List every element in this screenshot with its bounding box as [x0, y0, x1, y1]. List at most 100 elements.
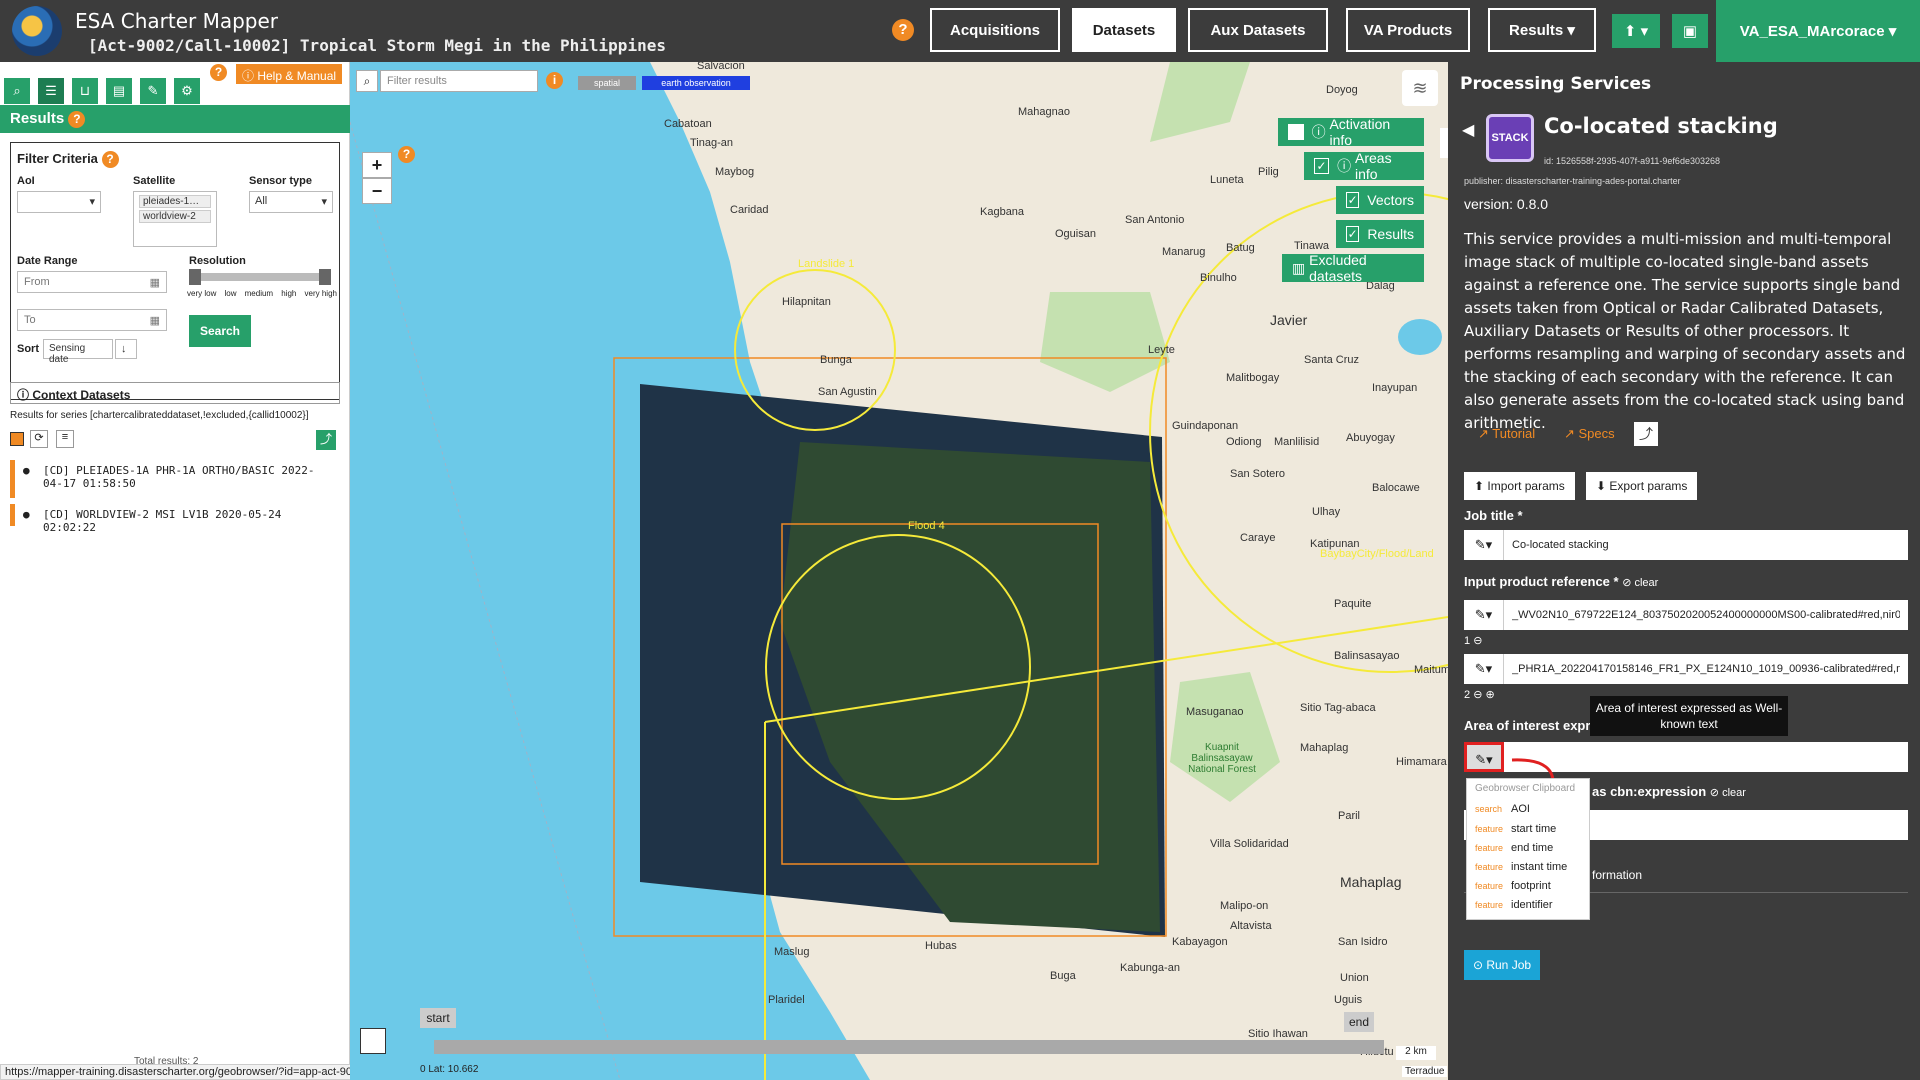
edit-icon[interactable]: ✎: [140, 78, 166, 104]
share-icon[interactable]: ⤴: [316, 430, 336, 450]
sort-select[interactable]: Sensing date: [43, 339, 113, 365]
help-icon[interactable]: ?: [68, 111, 86, 128]
layers-icon[interactable]: ≋: [1402, 70, 1438, 106]
dropdown-item[interactable]: feature identifier: [1475, 899, 1553, 911]
search-icon[interactable]: ⌕: [356, 70, 378, 92]
clear-link[interactable]: clear: [1722, 787, 1746, 799]
aoi-select[interactable]: ▾: [17, 191, 101, 213]
edit-icon[interactable]: ✎▾: [1464, 600, 1504, 630]
areas-info-button[interactable]: ✓ ⓘ Areas info: [1304, 150, 1424, 182]
dropdown-item[interactable]: feature end time: [1475, 842, 1553, 854]
edit-icon[interactable]: ✎▾: [1464, 530, 1504, 560]
archive-icon[interactable]: ▤: [106, 78, 132, 104]
zoom-in-button[interactable]: +: [362, 152, 392, 178]
nav-va-products[interactable]: VA Products: [1346, 8, 1470, 52]
refresh-icon[interactable]: ⟳: [30, 430, 48, 448]
place-label: Kuapnit Balinsasayaw National Forest: [1188, 742, 1256, 775]
results-toggle-button[interactable]: ✓ Results: [1336, 220, 1424, 248]
run-job-button[interactable]: ⊙ Run Job: [1464, 950, 1540, 980]
sort-direction-icon[interactable]: ↓: [115, 339, 137, 359]
job-title-field[interactable]: ✎▾ Co-located stacking: [1464, 530, 1908, 560]
help-icon[interactable]: ?: [892, 19, 914, 41]
nav-aux-datasets[interactable]: Aux Datasets: [1188, 8, 1328, 52]
vectors-button[interactable]: ✓ Vectors: [1336, 186, 1424, 214]
satellite-tag-worldview[interactable]: worldview-2: [139, 210, 211, 223]
zoom-out-button[interactable]: −: [362, 178, 392, 204]
search-button[interactable]: Search: [189, 315, 251, 347]
edit-icon[interactable]: ✎▾: [1464, 742, 1504, 772]
place-label: Plaridel: [768, 994, 805, 1006]
menu-icon[interactable]: ≡: [56, 430, 74, 448]
dropdown-item[interactable]: feature instant time: [1475, 861, 1567, 873]
info-icon[interactable]: i: [546, 72, 563, 89]
dropdown-item[interactable]: feature footprint: [1475, 880, 1551, 892]
place-label: Mahaplag: [1300, 742, 1349, 754]
date-to-input[interactable]: To ▦: [17, 309, 167, 331]
resolution-slider[interactable]: [191, 273, 331, 281]
timeline-slider[interactable]: [434, 1040, 1384, 1054]
place-label: San Antonio: [1125, 214, 1185, 226]
excluded-datasets-button[interactable]: ▥ Excluded datasets: [1282, 252, 1424, 284]
export-params-button[interactable]: ⬇ Export params: [1586, 472, 1698, 500]
nav-datasets[interactable]: Datasets: [1072, 8, 1176, 52]
tag-earth-observation[interactable]: earth observation: [642, 76, 750, 90]
date-to-placeholder: To: [24, 314, 36, 326]
satellite-multiselect[interactable]: pleiades-1… worldview-2: [133, 191, 217, 247]
resolution-handle-high[interactable]: [319, 269, 331, 285]
lake: [1398, 319, 1442, 355]
search-icon[interactable]: ⌕: [4, 78, 30, 104]
nav-acquisitions[interactable]: Acquisitions: [930, 8, 1060, 52]
import-params-button[interactable]: ⬆ Import params: [1464, 472, 1575, 500]
add-icon[interactable]: ⊕: [1485, 689, 1494, 701]
help-icon[interactable]: ?: [398, 146, 415, 163]
input-ref-label: Input product reference * ⊘ clear: [1464, 574, 1659, 589]
tutorial-link[interactable]: ↗ Tutorial: [1478, 426, 1535, 442]
place-label: Balinsasayao: [1334, 650, 1400, 662]
help-manual-button[interactable]: ⓘ Help & Manual: [236, 64, 343, 84]
place-label: Inayupan: [1372, 382, 1418, 394]
settings-icon[interactable]: ⚙: [174, 78, 200, 104]
filter-results-input[interactable]: Filter results: [380, 70, 538, 92]
user-menu[interactable]: VA_ESA_MArcorace ▾: [1716, 0, 1920, 62]
help-icon[interactable]: ?: [101, 151, 119, 168]
input-product-field[interactable]: ✎▾ _WV02N10_679722E124_803750202005240000…: [1464, 600, 1908, 630]
place-label: Caraye: [1240, 532, 1276, 544]
satellite-label: Satellite: [133, 175, 176, 187]
activation-info-button[interactable]: ⓘ Activation info: [1278, 116, 1424, 148]
calendar-icon[interactable]: ▦: [150, 314, 160, 327]
input-product-field[interactable]: ✎▾ _PHR1A_202204170158146_FR1_PX_E124N10_…: [1464, 654, 1908, 684]
edit-icon[interactable]: ✎▾: [1464, 654, 1504, 684]
specs-link[interactable]: ↗ Specs: [1564, 426, 1615, 442]
place-label: Maslug: [774, 946, 810, 958]
collapse-panel-button[interactable]: [1440, 128, 1448, 158]
resolution-handle-low[interactable]: [189, 269, 201, 285]
place-label: San Agustin: [818, 386, 877, 398]
share-icon[interactable]: ⤴: [1634, 422, 1658, 446]
list-icon[interactable]: ☰: [38, 78, 64, 104]
nav-results[interactable]: Results ▾: [1488, 8, 1596, 52]
remove-icon[interactable]: ⊖: [1473, 689, 1482, 701]
timeline-toggle-icon[interactable]: [360, 1028, 386, 1054]
select-all-checkbox[interactable]: [10, 432, 24, 446]
place-label: Manlilisid: [1274, 436, 1320, 448]
remove-icon[interactable]: ⊖: [1473, 635, 1482, 647]
back-icon[interactable]: ◀: [1462, 120, 1474, 140]
basket-icon[interactable]: ⊔: [72, 78, 98, 104]
tag-spatial[interactable]: spatial: [578, 76, 636, 90]
map-view[interactable]: Salvacion Doyog Mahagnao Cabatoan Tinag-…: [350, 62, 1448, 1080]
sensor-type-select[interactable]: All ▾: [249, 191, 333, 213]
left-panel: ⌕ ☰ ⊔ ▤ ✎ ⚙ ? ⓘ Help & Manual Results ? …: [0, 62, 350, 1080]
dropdown-item[interactable]: search AOI: [1475, 803, 1530, 815]
dataset-item[interactable]: ● [CD] WORLDVIEW-2 MSI LV1B 2020-05-24 0…: [10, 504, 340, 534]
calendar-icon[interactable]: ▦: [150, 276, 160, 289]
briefcase-icon[interactable]: ▣: [1672, 14, 1708, 48]
dropdown-item[interactable]: feature start time: [1475, 823, 1556, 835]
place-label: Guindaponan: [1172, 420, 1239, 432]
date-from-input[interactable]: From ▦: [17, 271, 167, 293]
dataset-item[interactable]: ● [CD] PLEIADES-1A PHR-1A ORTHO/BASIC 20…: [10, 460, 340, 498]
place-label: Kagbana: [980, 206, 1025, 218]
help-icon[interactable]: ?: [210, 64, 227, 81]
satellite-tag-pleiades[interactable]: pleiades-1…: [139, 195, 211, 208]
upload-icon[interactable]: ⬆ ▾: [1612, 14, 1660, 48]
clear-link[interactable]: clear: [1634, 577, 1658, 589]
